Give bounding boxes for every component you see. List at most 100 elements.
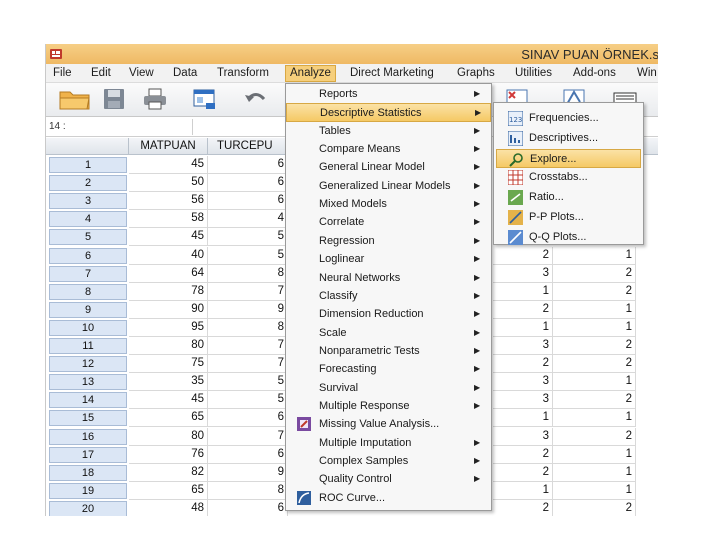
submenu-item-explore[interactable]: Explore... [496,148,641,168]
cell-col-b[interactable]: 1 [553,373,636,392]
cell-col-b[interactable]: 1 [553,463,636,482]
cell-col-b[interactable]: 2 [553,337,636,356]
menu-item-missing-value-analysis[interactable]: Missing Value Analysis... [286,415,491,433]
cell-col-b[interactable]: 1 [553,445,636,464]
row-number[interactable]: 12 [49,356,127,373]
cell-turcepuan[interactable]: 6 [208,499,288,516]
menu-window[interactable]: Win [637,66,657,81]
row-number[interactable]: 17 [49,446,127,463]
cell-col-a[interactable]: 3 [493,264,553,283]
cell-turcepuan[interactable]: 6 [208,156,288,175]
cell-matpuan[interactable]: 80 [129,427,208,446]
menu-item-loglinear[interactable]: Loglinear ▶ [286,250,491,268]
cell-turcepuan[interactable]: 9 [208,300,288,319]
menu-analyze[interactable]: Analyze [285,65,336,82]
menu-item-multiple-imputation[interactable]: Multiple Imputation ▶ [286,434,491,452]
cell-matpuan[interactable]: 64 [129,264,208,283]
cell-matpuan[interactable]: 50 [129,174,208,193]
row-number[interactable]: 14 [49,392,127,409]
cell-col-a[interactable]: 3 [493,391,553,410]
submenu-item-q-q-plots[interactable]: Q-Q Plots... [496,228,641,247]
cell-col-b[interactable]: 2 [553,391,636,410]
cell-col-a[interactable]: 3 [493,427,553,446]
cell-turcepuan[interactable]: 7 [208,355,288,374]
cell-matpuan[interactable]: 40 [129,246,208,265]
submenu-item-crosstabs[interactable]: Crosstabs... [496,168,641,187]
row-number[interactable]: 18 [49,464,127,481]
cell-matpuan[interactable]: 75 [129,355,208,374]
cell-matpuan[interactable]: 58 [129,210,208,229]
cell-col-a[interactable]: 1 [493,318,553,337]
cell-col-a[interactable]: 2 [493,463,553,482]
menu-direct-marketing[interactable]: Direct Marketing [350,66,434,81]
cell-turcepuan[interactable]: 9 [208,463,288,482]
row-number[interactable]: 4 [49,211,127,228]
cell-col-b[interactable]: 1 [553,246,636,265]
cell-matpuan[interactable]: 82 [129,463,208,482]
menu-item-mixed-models[interactable]: Mixed Models ▶ [286,195,491,213]
menu-item-roc-curve[interactable]: ROC Curve... [286,489,491,507]
cell-turcepuan[interactable]: 5 [208,391,288,410]
menu-item-survival[interactable]: Survival ▶ [286,379,491,397]
cell-matpuan[interactable]: 45 [129,156,208,175]
menu-item-nonparametric-tests[interactable]: Nonparametric Tests ▶ [286,342,491,360]
undo-icon[interactable] [242,87,268,111]
cell-turcepuan[interactable]: 5 [208,246,288,265]
save-icon[interactable] [101,87,127,111]
menu-file[interactable]: File [53,66,72,81]
cell-turcepuan[interactable]: 7 [208,282,288,301]
cell-col-a[interactable]: 3 [493,337,553,356]
cell-col-b[interactable]: 2 [553,427,636,446]
menu-item-descriptive-statistics[interactable]: Descriptive Statistics ▶ [286,103,491,122]
cell-matpuan[interactable]: 80 [129,337,208,356]
cell-col-b[interactable]: 1 [553,481,636,500]
menu-view[interactable]: View [129,66,154,81]
cell-col-b[interactable]: 2 [553,282,636,301]
cell-turcepuan[interactable]: 8 [208,318,288,337]
cell-col-b[interactable]: 2 [553,355,636,374]
row-number[interactable]: 6 [49,247,127,264]
cell-col-a[interactable]: 2 [493,355,553,374]
cell-matpuan[interactable]: 35 [129,373,208,392]
cell-turcepuan[interactable]: 5 [208,228,288,247]
cell-turcepuan[interactable]: 5 [208,373,288,392]
menu-transform[interactable]: Transform [217,66,269,81]
cell-col-b[interactable]: 2 [553,499,636,516]
cell-col-b[interactable]: 1 [553,300,636,319]
menu-edit[interactable]: Edit [91,66,111,81]
menu-item-quality-control[interactable]: Quality Control ▶ [286,470,491,488]
menu-item-multiple-response[interactable]: Multiple Response ▶ [286,397,491,415]
cell-turcepuan[interactable]: 6 [208,192,288,211]
cell-turcepuan[interactable]: 6 [208,409,288,428]
cell-col-a[interactable]: 2 [493,246,553,265]
submenu-item-p-p-plots[interactable]: P-P Plots... [496,208,641,227]
menu-item-tables[interactable]: Tables ▶ [286,122,491,140]
cell-col-a[interactable]: 1 [493,409,553,428]
cell-matpuan[interactable]: 56 [129,192,208,211]
cell-turcepuan[interactable]: 6 [208,445,288,464]
row-number[interactable]: 1 [49,157,127,173]
menu-item-scale[interactable]: Scale ▶ [286,324,491,342]
cell-col-b[interactable]: 1 [553,318,636,337]
row-number[interactable]: 16 [49,428,127,445]
menu-item-complex-samples[interactable]: Complex Samples ▶ [286,452,491,470]
cell-col-b[interactable]: 1 [553,409,636,428]
menu-item-generalized-linear-models[interactable]: Generalized Linear Models ▶ [286,177,491,195]
cell-matpuan[interactable]: 65 [129,409,208,428]
cell-turcepuan[interactable]: 4 [208,210,288,229]
dialog-recall-icon[interactable] [192,87,218,111]
cell-col-a[interactable]: 3 [493,373,553,392]
cell-turcepuan[interactable]: 7 [208,337,288,356]
cell-matpuan[interactable]: 48 [129,499,208,516]
row-number[interactable]: 7 [49,265,127,282]
menu-add-ons[interactable]: Add-ons [573,66,616,81]
row-number[interactable]: 19 [49,482,127,499]
cell-col-a[interactable]: 2 [493,300,553,319]
menu-item-reports[interactable]: Reports ▶ [286,85,491,103]
cell-turcepuan[interactable]: 6 [208,174,288,193]
cell-col-a[interactable]: 2 [493,499,553,516]
row-number[interactable]: 15 [49,410,127,427]
cell-col-b[interactable]: 2 [553,264,636,283]
column-header-matpuan[interactable]: MATPUAN [129,138,208,155]
open-folder-icon[interactable] [58,87,92,111]
